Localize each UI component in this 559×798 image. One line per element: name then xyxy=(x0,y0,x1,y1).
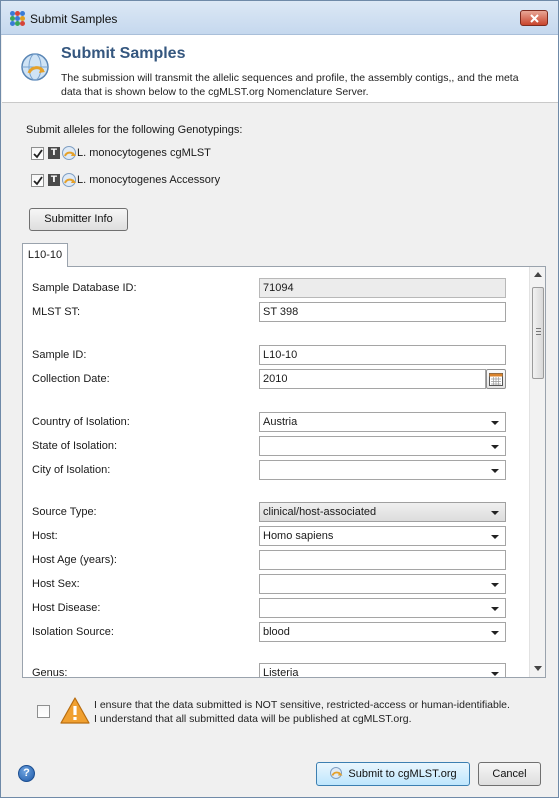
chevron-down-icon xyxy=(491,421,499,425)
cgmlst-globe-icon xyxy=(21,53,49,81)
host-sex-label: Host Sex: xyxy=(32,578,80,590)
checkmark-icon xyxy=(33,175,43,185)
calendar-icon xyxy=(489,373,503,386)
agreement-text: I ensure that the data submitted is NOT … xyxy=(94,698,534,726)
mlst-st-field[interactable]: ST 398 xyxy=(259,302,506,322)
country-value: Austria xyxy=(263,416,298,428)
cgmlst-globe-icon xyxy=(330,767,343,780)
chevron-down-icon xyxy=(491,607,499,611)
dialog-header: Submit Samples The submission will trans… xyxy=(2,35,558,103)
chevron-down-icon xyxy=(491,469,499,473)
host-disease-label: Host Disease: xyxy=(32,602,101,614)
isolation-source-value: blood xyxy=(263,626,290,638)
city-select[interactable] xyxy=(259,460,506,480)
genotypings-label: Submit alleles for the following Genotyp… xyxy=(26,124,243,136)
state-select[interactable] xyxy=(259,436,506,456)
submit-button-label: Submit to cgMLST.org xyxy=(348,768,457,780)
isolation-source-label: Isolation Source: xyxy=(32,626,114,638)
help-icon[interactable]: ? xyxy=(18,765,35,782)
calendar-button[interactable] xyxy=(486,369,506,389)
genus-label: Genus: xyxy=(32,667,68,677)
host-select[interactable]: Homo sapiens xyxy=(259,526,506,546)
genus-select[interactable]: Listeria xyxy=(259,663,506,677)
form-scroll-area: Sample Database ID: 71094 MLST ST: ST 39… xyxy=(23,267,529,677)
chevron-down-icon xyxy=(534,666,542,671)
type-badge-icon: T xyxy=(48,174,60,186)
agreement-line-1: I ensure that the data submitted is NOT … xyxy=(94,699,510,711)
genotyping-item[interactable]: T L. monocytogenes Accessory xyxy=(31,172,220,188)
city-label: City of Isolation: xyxy=(32,464,111,476)
tab-sample[interactable]: L10-10 xyxy=(22,243,68,267)
host-age-field[interactable] xyxy=(259,550,506,570)
submit-button[interactable]: Submit to cgMLST.org xyxy=(316,762,470,786)
app-grid-icon xyxy=(10,11,25,26)
host-sex-select[interactable] xyxy=(259,574,506,594)
submitter-info-button[interactable]: Submitter Info xyxy=(29,208,128,231)
source-type-select[interactable]: clinical/host-associated xyxy=(259,502,506,522)
chevron-down-icon xyxy=(491,672,499,676)
cgmlst-globe-icon xyxy=(62,173,76,187)
scroll-up-arrow[interactable] xyxy=(530,267,546,283)
genotyping-checkbox[interactable] xyxy=(31,146,44,160)
genotyping-label: L. monocytogenes Accessory xyxy=(77,174,221,186)
chevron-up-icon xyxy=(534,272,542,277)
sample-db-id-field: 71094 xyxy=(259,278,506,298)
agreement-line-2: I understand that all submitted data wil… xyxy=(94,713,412,725)
chevron-down-icon xyxy=(491,445,499,449)
collection-date-field[interactable]: 2010 xyxy=(259,369,486,389)
chevron-down-icon xyxy=(491,583,499,587)
sample-db-id-label: Sample Database ID: xyxy=(32,282,137,294)
host-disease-select[interactable] xyxy=(259,598,506,618)
submit-samples-dialog: Submit Samples Submit Samples The submis… xyxy=(0,0,559,798)
genotyping-checkbox[interactable] xyxy=(31,173,44,187)
scrollbar-thumb[interactable] xyxy=(532,287,544,379)
close-icon xyxy=(530,14,539,23)
sample-metadata-panel: Sample Database ID: 71094 MLST ST: ST 39… xyxy=(22,266,546,678)
scroll-down-arrow[interactable] xyxy=(530,661,546,677)
host-value: Homo sapiens xyxy=(263,530,334,542)
vertical-scrollbar[interactable] xyxy=(529,267,545,677)
cgmlst-globe-icon xyxy=(62,146,76,160)
source-type-label: Source Type: xyxy=(32,506,97,518)
chevron-down-icon xyxy=(491,631,499,635)
country-label: Country of Isolation: xyxy=(32,416,130,428)
genotyping-label: L. monocytogenes cgMLST xyxy=(77,147,211,159)
title-bar: Submit Samples xyxy=(1,1,558,35)
collection-date-label: Collection Date: xyxy=(32,373,110,385)
checkmark-icon xyxy=(33,148,43,158)
isolation-source-select[interactable]: blood xyxy=(259,622,506,642)
host-label: Host: xyxy=(32,530,58,542)
mlst-st-label: MLST ST: xyxy=(32,306,81,318)
page-title: Submit Samples xyxy=(61,45,186,62)
cancel-button[interactable]: Cancel xyxy=(478,762,541,786)
country-select[interactable]: Austria xyxy=(259,412,506,432)
genus-value: Listeria xyxy=(263,667,299,677)
window-title: Submit Samples xyxy=(30,12,118,26)
sample-id-field[interactable]: L10-10 xyxy=(259,345,506,365)
chevron-down-icon xyxy=(491,511,499,515)
header-description: The submission will transmit the allelic… xyxy=(61,72,519,98)
agreement-checkbox[interactable] xyxy=(37,705,50,718)
state-label: State of Isolation: xyxy=(32,440,117,452)
host-age-label: Host Age (years): xyxy=(32,554,117,566)
sample-id-label: Sample ID: xyxy=(32,349,87,361)
chevron-down-icon xyxy=(491,535,499,539)
genotyping-item[interactable]: T L. monocytogenes cgMLST xyxy=(31,145,211,161)
type-badge-icon: T xyxy=(48,147,60,159)
warning-icon xyxy=(60,697,90,724)
close-button[interactable] xyxy=(520,10,548,26)
source-type-value: clinical/host-associated xyxy=(263,506,377,518)
